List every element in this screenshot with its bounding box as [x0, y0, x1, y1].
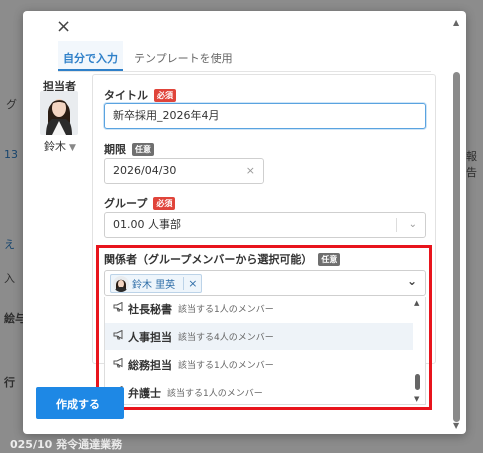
deadline-value: 2026/04/30 [113, 164, 177, 177]
title-input[interactable]: 新卒採用_2026年4月 [104, 103, 426, 129]
title-value: 新卒採用_2026年4月 [113, 109, 220, 122]
deadline-label: 期限 [104, 143, 126, 156]
create-button[interactable]: 作成する [36, 387, 124, 419]
assignee-name: 鈴木 [44, 140, 66, 153]
required-badge: 必須 [153, 197, 176, 210]
required-badge: 必須 [154, 89, 176, 102]
input-mode-tabs: 自分で入力 テンプレートを使用 [58, 41, 244, 71]
person-photo-icon[interactable] [40, 91, 78, 135]
tab-manual-input[interactable]: 自分で入力 [58, 41, 123, 71]
background-footer-text: 025/10 発令通達業務 [10, 438, 123, 451]
group-value: 01.00 人事部 [113, 218, 181, 231]
clear-date-icon[interactable]: × [246, 159, 255, 183]
group-label: グループ [104, 197, 148, 210]
caret-down-icon: ▼ [69, 143, 76, 153]
highlight-annotation-box [96, 245, 432, 410]
optional-badge: 任意 [132, 143, 154, 156]
title-label: タイトル [104, 89, 148, 102]
tabs-divider [58, 71, 431, 72]
scroll-up-icon[interactable]: ▲ [453, 18, 459, 27]
select-divider [396, 218, 397, 232]
chevron-down-icon[interactable]: ⌄ [409, 213, 417, 237]
deadline-input[interactable]: 2026/04/30 × [104, 158, 264, 184]
scroll-thumb[interactable] [453, 72, 460, 422]
group-select[interactable]: 01.00 人事部 ⌄ [104, 212, 426, 238]
tab-use-template[interactable]: テンプレートを使用 [129, 41, 238, 71]
title-field-label: タイトル 必須 [104, 87, 176, 103]
group-field-label: グループ 必須 [104, 195, 176, 211]
deadline-field-label: 期限 任意 [104, 141, 154, 157]
modal-scrollbar[interactable]: ▲ ▼ [452, 18, 462, 430]
scroll-down-icon[interactable]: ▼ [453, 421, 459, 430]
assignee-selector[interactable]: 鈴木 ▼ [44, 138, 76, 154]
close-icon[interactable]: × [56, 18, 71, 36]
